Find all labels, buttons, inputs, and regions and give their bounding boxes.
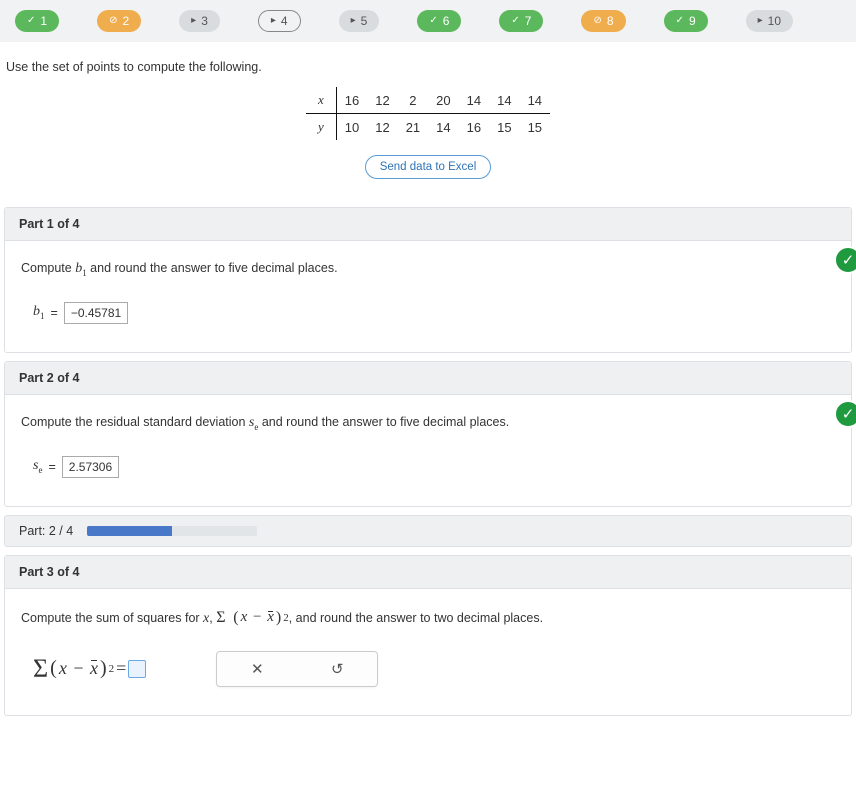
play-icon: ▸ xyxy=(758,16,763,26)
play-icon: ▸ xyxy=(271,16,276,26)
nav-pill-3[interactable]: ▸3 xyxy=(179,10,220,32)
check-icon: ✓ xyxy=(676,16,684,26)
nav-pill-6[interactable]: ✓6 xyxy=(417,10,461,32)
cell-y: 21 xyxy=(398,114,428,141)
part-1-instruction: Compute b1 and round the answer to five … xyxy=(21,261,835,278)
cell-y: 15 xyxy=(520,114,550,141)
check-icon: ✓ xyxy=(429,16,437,26)
nav-num: 8 xyxy=(607,15,614,27)
cell-y: 15 xyxy=(489,114,519,141)
part-1-card: Part 1 of 4 ✓ Compute b1 and round the a… xyxy=(4,207,852,353)
nav-pill-2[interactable]: ⊘2 xyxy=(97,10,141,32)
check-icon: ✓ xyxy=(511,16,519,26)
part-2-answer: se = 2.57306 xyxy=(21,456,835,478)
part-2-header: Part 2 of 4 xyxy=(5,362,851,395)
cell-x: 14 xyxy=(520,87,550,114)
row-x-label: x xyxy=(306,87,336,114)
row-y-label: y xyxy=(306,114,336,141)
nav-pill-7[interactable]: ✓7 xyxy=(499,10,543,32)
skip-icon: ⊘ xyxy=(593,16,601,26)
data-table: x 16 12 2 20 14 14 14 y 10 12 21 14 16 1… xyxy=(306,87,550,140)
cell-x: 12 xyxy=(367,87,397,114)
part-2-instruction: Compute the residual standard deviation … xyxy=(21,415,835,432)
cell-y: 16 xyxy=(459,114,489,141)
nav-num: 3 xyxy=(201,15,208,27)
cell-y: 10 xyxy=(336,114,367,141)
progress-label: Part: 2 / 4 xyxy=(19,524,73,538)
progress-bar-fill xyxy=(87,526,172,536)
sum-squares-expression: Σ (x − x)2 = xyxy=(21,654,146,684)
part-3-card: Part 3 of 4 Compute the sum of squares f… xyxy=(4,555,852,716)
nav-num: 4 xyxy=(281,15,288,27)
part-1-header: Part 1 of 4 xyxy=(5,208,851,241)
play-icon: ▸ xyxy=(191,16,196,26)
question-prompt: Use the set of points to compute the fol… xyxy=(0,42,856,82)
correct-badge-icon: ✓ xyxy=(834,246,856,274)
sum-squares-input[interactable] xyxy=(128,660,146,678)
nav-num: 10 xyxy=(768,15,781,27)
cell-y: 14 xyxy=(428,114,458,141)
nav-pill-1[interactable]: ✓1 xyxy=(15,10,59,32)
nav-pill-10[interactable]: ▸ 10 xyxy=(746,10,793,32)
progress-bar xyxy=(87,526,257,536)
correct-badge-icon: ✓ xyxy=(834,400,856,428)
b1-value-box: −0.45781 xyxy=(64,302,128,324)
check-icon: ✓ xyxy=(27,16,35,26)
nav-num: 9 xyxy=(689,15,696,27)
progress-header: Part: 2 / 4 xyxy=(4,515,852,547)
question-nav: ✓1 ⊘2 ▸3 ▸4 ▸5 ✓6 ✓7 ⊘8 ✓9 ▸10 xyxy=(0,0,856,42)
part-1-answer: b1 = −0.45781 xyxy=(21,302,835,324)
part-2-card: Part 2 of 4 ✓ Compute the residual stand… xyxy=(4,361,852,507)
data-table-wrap: x 16 12 2 20 14 14 14 y 10 12 21 14 16 1… xyxy=(0,82,856,155)
nav-pill-5[interactable]: ▸5 xyxy=(339,10,380,32)
clear-button[interactable]: ✕ xyxy=(217,660,297,678)
nav-pill-9[interactable]: ✓9 xyxy=(664,10,708,32)
cell-x: 2 xyxy=(398,87,428,114)
nav-pill-8[interactable]: ⊘8 xyxy=(581,10,625,32)
reset-button[interactable]: ↺ xyxy=(297,660,377,678)
cell-x: 14 xyxy=(459,87,489,114)
cell-x: 16 xyxy=(336,87,367,114)
play-icon: ▸ xyxy=(351,16,356,26)
se-value-box: 2.57306 xyxy=(62,456,119,478)
nav-num: 2 xyxy=(122,15,129,27)
nav-num: 5 xyxy=(361,15,368,27)
cell-y: 12 xyxy=(367,114,397,141)
part-3-instruction: Compute the sum of squares for x, Σ (x −… xyxy=(21,609,835,627)
send-to-excel-button[interactable]: Send data to Excel xyxy=(365,155,492,179)
cell-x: 20 xyxy=(428,87,458,114)
part-3-header: Part 3 of 4 xyxy=(5,556,851,589)
cell-x: 14 xyxy=(489,87,519,114)
answer-toolbox: ✕ ↺ xyxy=(216,651,378,687)
nav-num: 6 xyxy=(443,15,450,27)
nav-num: 7 xyxy=(525,15,532,27)
skip-icon: ⊘ xyxy=(109,16,117,26)
nav-num: 1 xyxy=(40,15,47,27)
nav-pill-4[interactable]: ▸4 xyxy=(258,10,301,32)
